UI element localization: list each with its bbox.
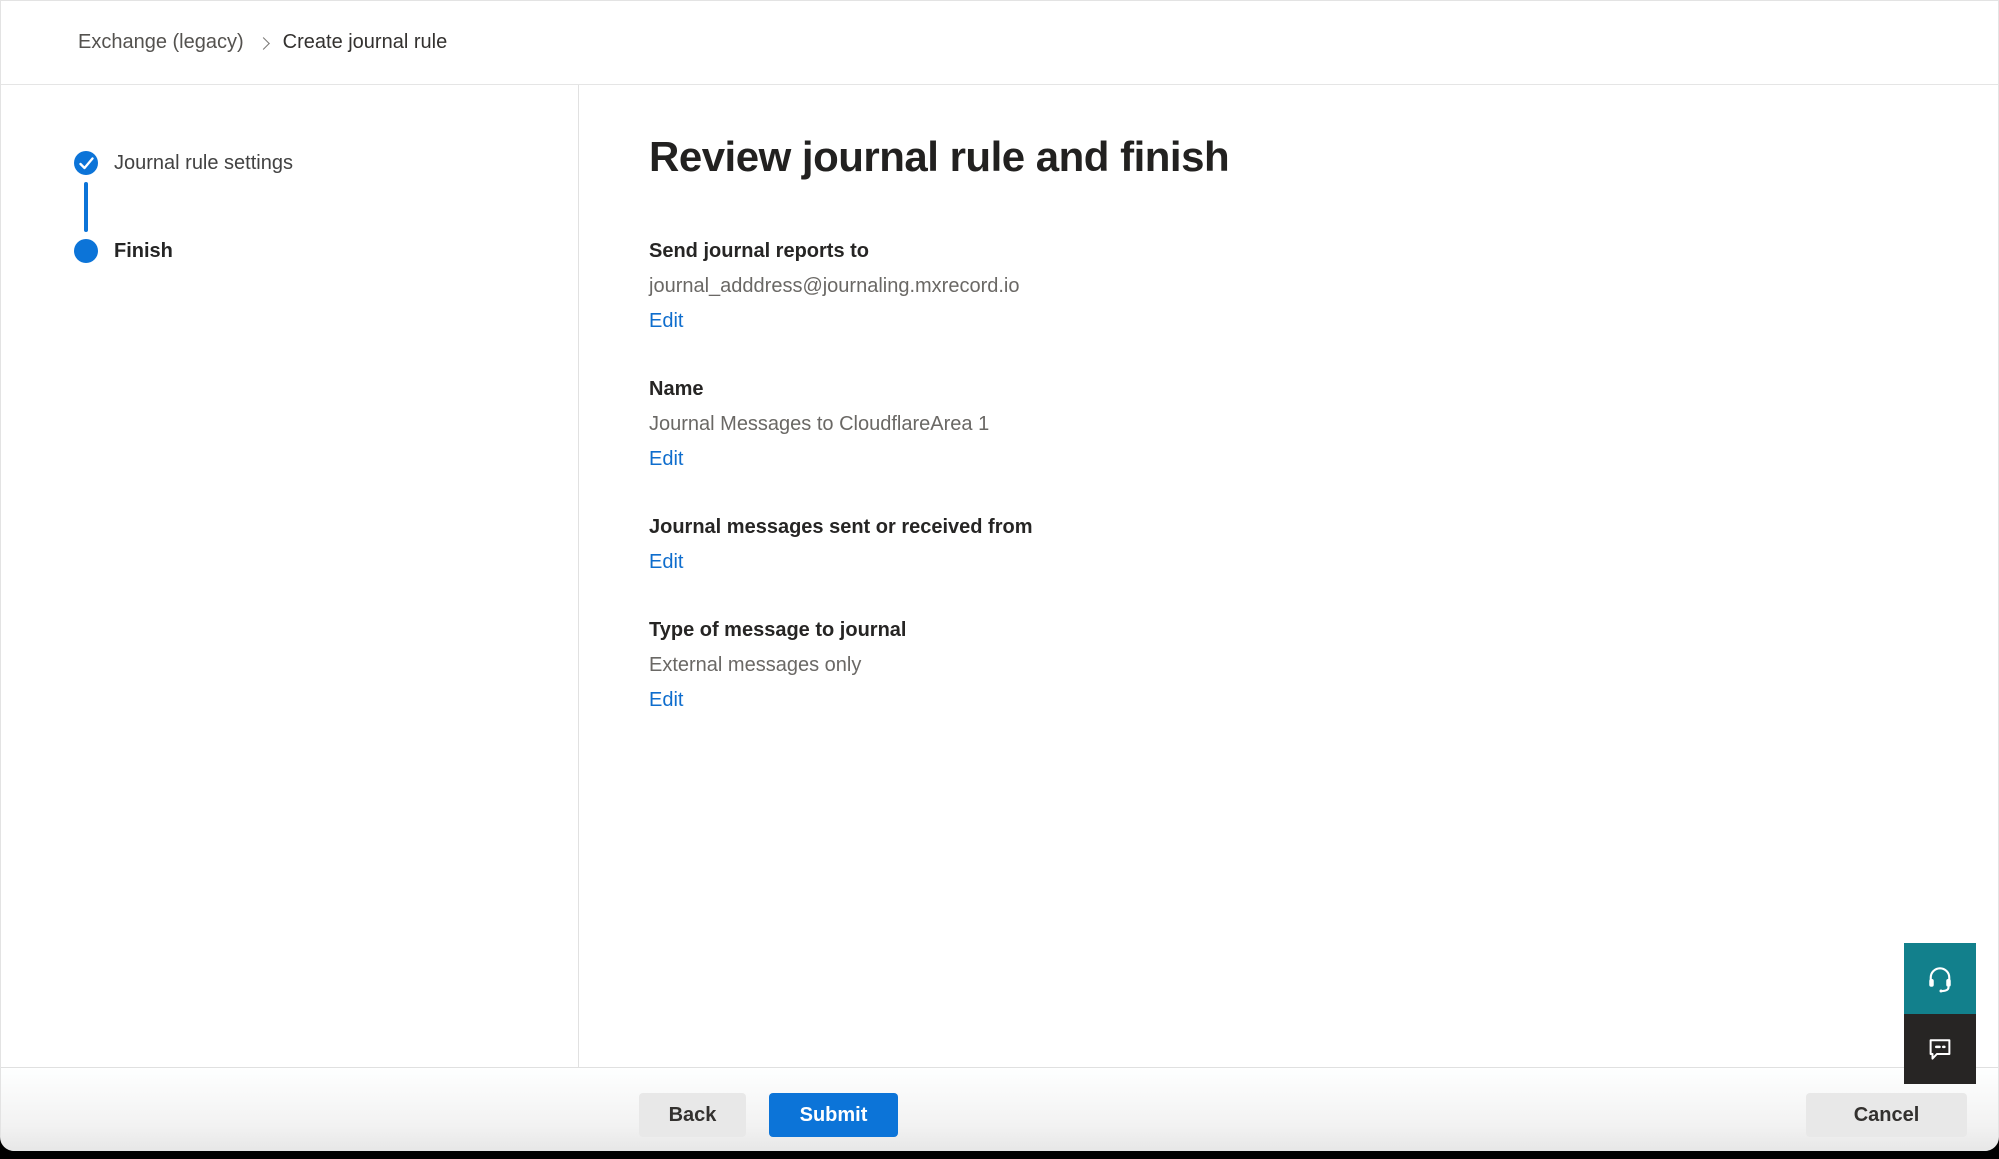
feedback-button[interactable] [1904, 1014, 1976, 1084]
section-value: Journal Messages to CloudflareArea 1 [649, 409, 1938, 439]
step-label: Journal rule settings [114, 152, 293, 175]
edit-link-name[interactable]: Edit [649, 444, 683, 474]
back-button[interactable]: Back [639, 1093, 746, 1137]
headset-icon [1925, 964, 1955, 994]
edit-link-journal-messages-scope[interactable]: Edit [649, 547, 683, 577]
floating-button-panel [1904, 943, 1976, 1084]
section-label: Type of message to journal [649, 615, 1938, 645]
chevron-right-icon [257, 37, 270, 50]
page-title: Review journal rule and finish [649, 129, 1938, 186]
step-connector-line [84, 182, 88, 232]
review-panel: Review journal rule and finish Send jour… [579, 85, 1998, 1067]
breadcrumb-item-exchange-legacy[interactable]: Exchange (legacy) [78, 31, 244, 54]
edit-link-send-journal-reports-to[interactable]: Edit [649, 306, 683, 336]
section-value: External messages only [649, 650, 1938, 680]
review-section-send-journal-reports-to: Send journal reports to journal_adddress… [649, 236, 1938, 336]
breadcrumb-item-create-journal-rule[interactable]: Create journal rule [283, 31, 448, 54]
step-current-dot-icon [74, 239, 98, 263]
breadcrumb: Exchange (legacy) Create journal rule [1, 1, 1998, 85]
wizard-steps-sidebar: Journal rule settings Finish [1, 85, 579, 1067]
section-label: Send journal reports to [649, 236, 1938, 266]
action-bar: Back Submit Cancel [1, 1067, 1998, 1151]
chat-icon [1925, 1034, 1955, 1064]
edit-link-message-type[interactable]: Edit [649, 685, 683, 715]
help-button[interactable] [1904, 943, 1976, 1014]
review-section-journal-messages-scope: Journal messages sent or received from E… [649, 512, 1938, 577]
app-window: Exchange (legacy) Create journal rule Jo… [0, 0, 1999, 1151]
step-label: Finish [114, 240, 173, 263]
wizard-body: Journal rule settings Finish Review jour… [1, 85, 1998, 1067]
section-label: Journal messages sent or received from [649, 512, 1938, 542]
wizard-step-finish[interactable]: Finish [74, 239, 578, 263]
submit-button[interactable]: Submit [769, 1093, 898, 1137]
wizard-step-journal-rule-settings[interactable]: Journal rule settings [74, 151, 578, 175]
review-section-name: Name Journal Messages to CloudflareArea … [649, 374, 1938, 474]
cancel-button[interactable]: Cancel [1806, 1093, 1967, 1137]
step-completed-check-icon [74, 151, 98, 175]
section-label: Name [649, 374, 1938, 404]
section-value: journal_adddress@journaling.mxrecord.io [649, 271, 1938, 301]
review-section-message-type: Type of message to journal External mess… [649, 615, 1938, 715]
